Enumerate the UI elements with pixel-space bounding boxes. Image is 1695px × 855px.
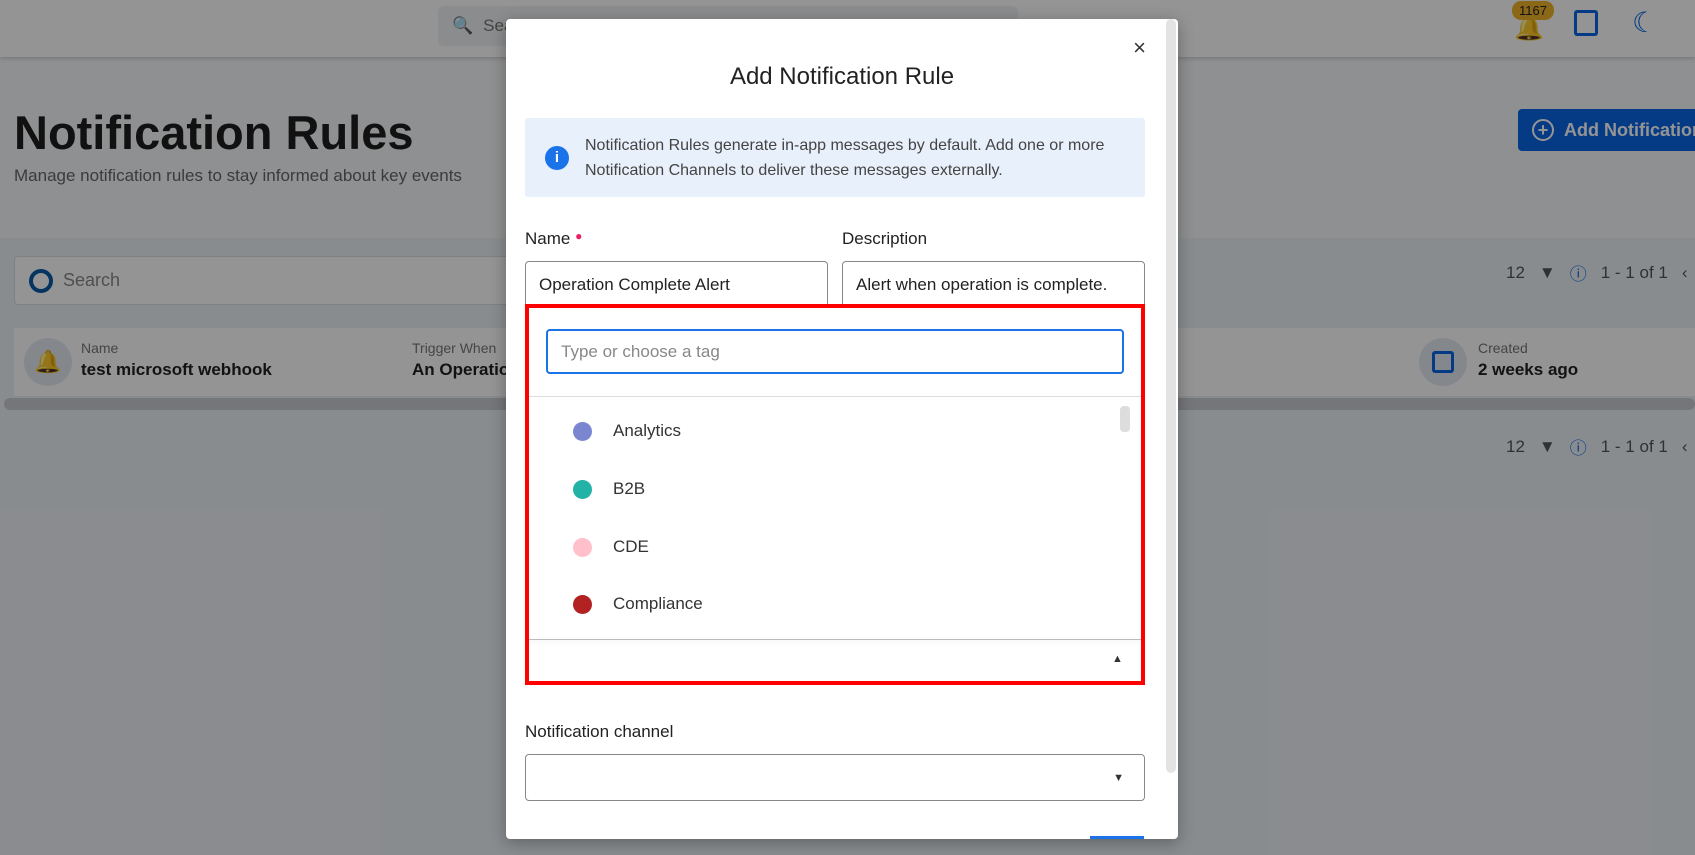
tag-color-dot: [573, 594, 592, 614]
dialog-title: Add Notification Rule: [729, 63, 955, 90]
caret-up-icon[interactable]: ▲: [1112, 653, 1123, 665]
description-input[interactable]: Alert when operation is complete.: [842, 261, 1145, 308]
name-label: Name ●: [525, 229, 583, 248]
name-input[interactable]: Operation Complete Alert: [525, 261, 828, 308]
tag-selector-highlight: Type or choose a tag Analytics B2B CDE C…: [525, 304, 1145, 685]
add-notification-rule-dialog: × Add Notification Rule i Notification Ru…: [506, 19, 1178, 839]
info-icon: i: [545, 145, 569, 170]
tag-option[interactable]: Analytics: [573, 421, 681, 441]
tag-option[interactable]: B2B: [573, 479, 645, 499]
info-banner: i Notification Rules generate in-app mess…: [525, 118, 1145, 197]
tag-option[interactable]: CDE: [573, 537, 649, 557]
notification-channel-select[interactable]: ▼: [525, 754, 1145, 801]
submit-button[interactable]: [1090, 836, 1144, 839]
tag-color-dot: [573, 479, 592, 499]
tag-color-dot: [573, 421, 592, 441]
dialog-scrollbar[interactable]: [1166, 19, 1176, 773]
tag-color-dot: [573, 537, 592, 557]
tag-input[interactable]: Type or choose a tag: [546, 329, 1124, 374]
divider: [529, 396, 1141, 397]
tag-option[interactable]: Compliance: [573, 594, 703, 614]
notification-channel-label: Notification channel: [525, 722, 674, 741]
description-label: Description: [842, 229, 928, 248]
close-icon[interactable]: ×: [1133, 35, 1146, 61]
divider: [529, 639, 1141, 640]
caret-down-icon: ▼: [1113, 771, 1124, 784]
tag-list-scrollbar[interactable]: [1120, 406, 1130, 432]
